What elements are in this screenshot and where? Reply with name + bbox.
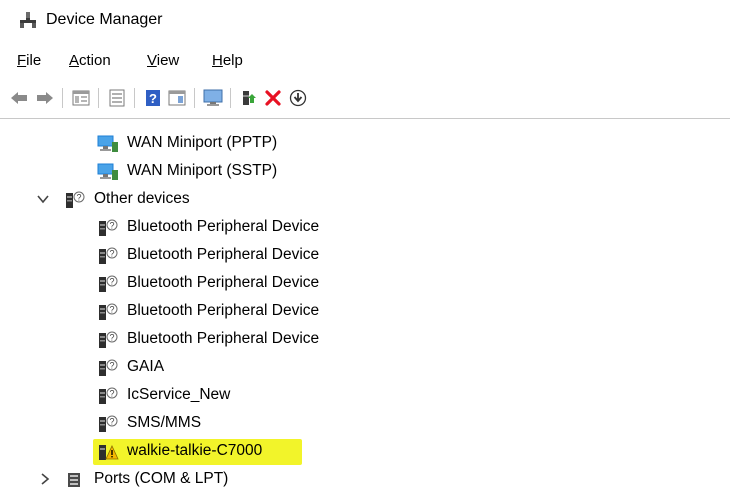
tree-item-wan-sstp[interactable]: WAN Miniport (SSTP) [0, 158, 730, 186]
tree-item-label: SMS/MMS [127, 414, 202, 431]
tree-item-sms-mms[interactable]: ? SMS/MMS [0, 410, 730, 438]
tree-group-ports[interactable]: Ports (COM & LPT) [0, 466, 730, 494]
tree-group-other-devices[interactable]: ? Other devices [0, 186, 730, 214]
tree-item-label: WAN Miniport (SSTP) [127, 162, 278, 179]
menu-view-rest: iew [156, 52, 180, 69]
tree-item-label: Bluetooth Peripheral Device [127, 246, 320, 263]
console-tree-icon[interactable] [106, 87, 128, 109]
menu-help-rest: elp [222, 52, 243, 69]
unknown-device-icon: ? [99, 219, 118, 236]
tree-group-label: Other devices [94, 190, 190, 207]
menu-file[interactable]: File [17, 52, 41, 69]
menu-file-rest: ile [26, 52, 42, 69]
unknown-device-icon: ? [99, 247, 118, 264]
properties-view-icon[interactable] [70, 87, 92, 109]
tree-item-label: walkie-talkie-C7000 [127, 442, 263, 459]
menu-action-accelerator: A [69, 52, 80, 69]
unknown-device-icon: ? [99, 303, 118, 320]
tree-item-bluetooth-peripheral[interactable]: ? Bluetooth Peripheral Device [0, 298, 730, 326]
unknown-device-icon: ? [99, 331, 118, 348]
device-manager-icon [20, 12, 36, 28]
chevron-right-icon[interactable] [38, 472, 52, 486]
svg-text:?: ? [109, 277, 114, 287]
unknown-device-icon: ? [99, 387, 118, 404]
download-icon[interactable] [287, 87, 309, 109]
toolbar: ? [0, 82, 730, 114]
tree-item-label: GAIA [127, 358, 165, 375]
tree-item-label: IcService_New [127, 386, 231, 403]
toolbar-separator [194, 88, 195, 108]
menu-action-rest: ction [79, 52, 111, 69]
svg-text:?: ? [109, 417, 114, 427]
unknown-device-icon: ? [99, 359, 118, 376]
menu-action[interactable]: Action [69, 52, 111, 69]
tree-item-walkie-talkie[interactable]: walkie-talkie-C7000 [0, 438, 730, 466]
unknown-device-icon: ? [99, 275, 118, 292]
tree-item-label: Bluetooth Peripheral Device [127, 330, 320, 347]
svg-text:?: ? [109, 361, 114, 371]
update-driver-icon[interactable] [238, 87, 260, 109]
tree-item-label: Bluetooth Peripheral Device [127, 274, 320, 291]
tree-item-wan-pptp[interactable]: WAN Miniport (PPTP) [0, 130, 730, 158]
svg-text:?: ? [109, 333, 114, 343]
toolbar-separator [62, 88, 63, 108]
network-adapter-icon [97, 163, 118, 180]
svg-text:?: ? [109, 305, 114, 315]
tree-item-gaia[interactable]: ? GAIA [0, 354, 730, 382]
tree-item-label: Bluetooth Peripheral Device [127, 218, 320, 235]
svg-text:?: ? [109, 249, 114, 259]
uninstall-icon[interactable] [262, 87, 284, 109]
svg-text:?: ? [76, 193, 81, 203]
menu-view[interactable]: View [147, 52, 179, 69]
svg-text:?: ? [149, 91, 157, 106]
unknown-device-icon: ? [99, 415, 118, 432]
tree-item-label: Bluetooth Peripheral Device [127, 302, 320, 319]
title-bar: Device Manager [0, 0, 730, 44]
menu-help-accelerator: H [212, 52, 223, 69]
network-adapter-icon [97, 135, 118, 152]
menu-bar: File Action View Help [0, 50, 730, 74]
port-icon [68, 473, 80, 487]
menu-view-accelerator: V [147, 52, 157, 69]
toolbar-separator [134, 88, 135, 108]
svg-text:?: ? [109, 221, 114, 231]
monitor-icon[interactable] [202, 87, 224, 109]
menu-file-accelerator: F [17, 52, 27, 69]
help-icon[interactable]: ? [142, 87, 164, 109]
warning-device-icon [99, 445, 119, 460]
toolbar-divider [0, 118, 730, 119]
menu-help[interactable]: Help [212, 52, 243, 69]
unknown-device-icon: ? [66, 191, 85, 208]
back-icon[interactable] [8, 87, 30, 109]
tree-item-label: WAN Miniport (PPTP) [127, 134, 278, 151]
chevron-down-icon[interactable] [36, 192, 50, 206]
toolbar-separator [98, 88, 99, 108]
tree-item-icservice-new[interactable]: ? IcService_New [0, 382, 730, 410]
tree-item-bluetooth-peripheral[interactable]: ? Bluetooth Peripheral Device [0, 326, 730, 354]
show-hide-icon[interactable] [166, 87, 188, 109]
window-title: Device Manager [46, 11, 163, 28]
toolbar-separator [230, 88, 231, 108]
tree-item-bluetooth-peripheral[interactable]: ? Bluetooth Peripheral Device [0, 242, 730, 270]
forward-icon[interactable] [34, 87, 56, 109]
tree-item-bluetooth-peripheral[interactable]: ? Bluetooth Peripheral Device [0, 270, 730, 298]
tree-group-label: Ports (COM & LPT) [94, 470, 229, 487]
svg-text:?: ? [109, 389, 114, 399]
tree-item-bluetooth-peripheral[interactable]: ? Bluetooth Peripheral Device [0, 214, 730, 242]
